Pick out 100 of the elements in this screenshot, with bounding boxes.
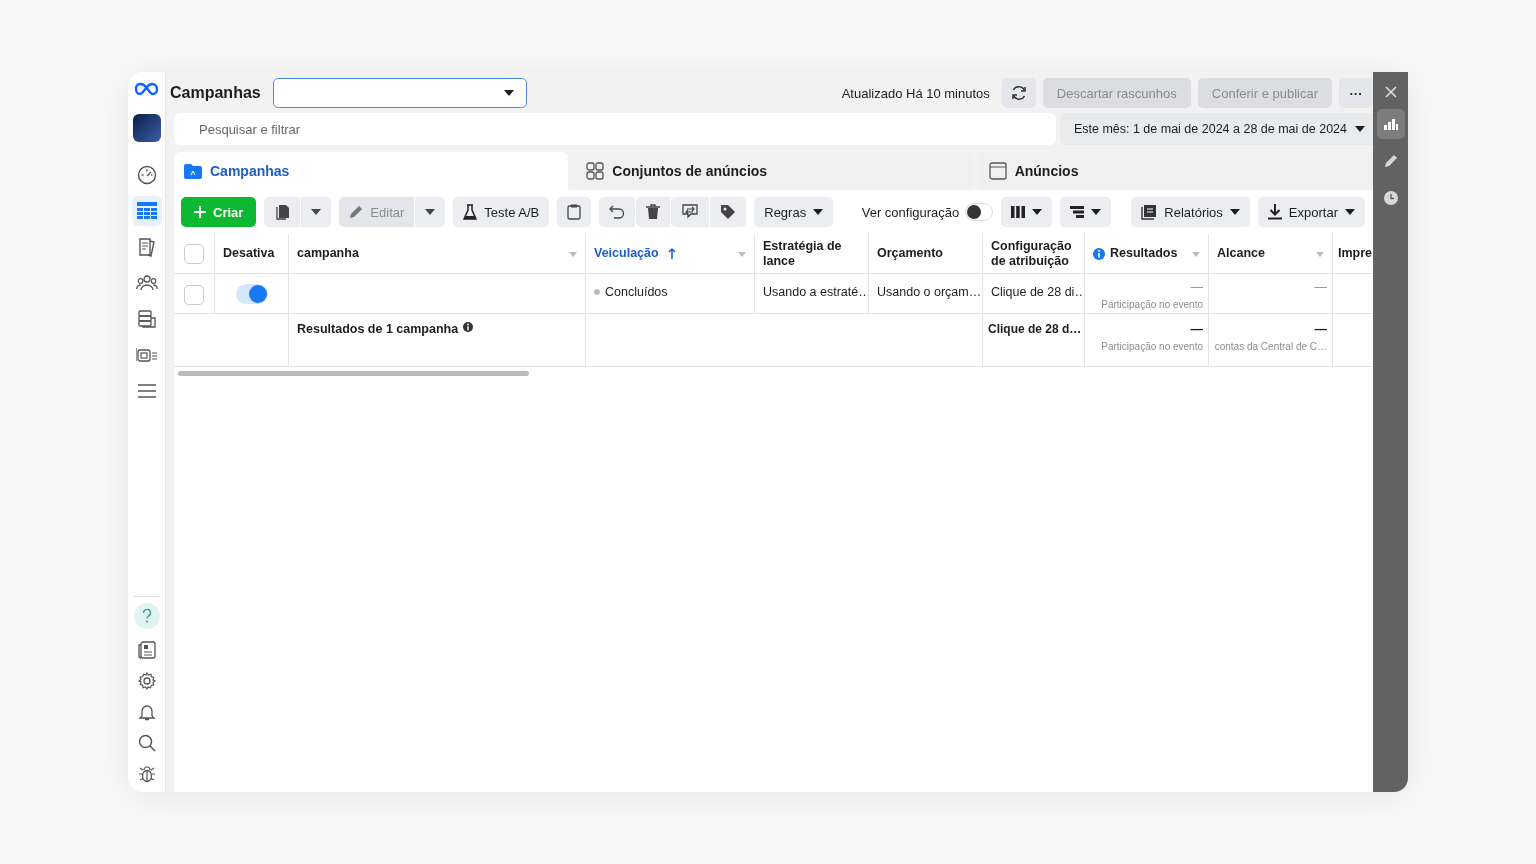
columns-icon <box>1011 206 1026 218</box>
caret-icon <box>1091 209 1102 215</box>
breakdown-icon <box>1070 206 1085 218</box>
column-header[interactable]: Resultados <box>1085 234 1209 274</box>
rules-button[interactable]: Regras <box>754 197 834 227</box>
help-icon <box>141 609 152 623</box>
export-button[interactable]: Exportar <box>1257 197 1365 227</box>
meta-logo-icon <box>134 82 159 96</box>
campaign-toggle[interactable] <box>235 284 268 304</box>
caret-icon <box>1032 209 1043 215</box>
undo-button[interactable] <box>599 197 636 227</box>
undo-icon <box>609 205 626 219</box>
results-note: Participação no evento <box>1101 299 1203 310</box>
folder-icon <box>184 163 202 179</box>
bug-icon <box>137 764 156 783</box>
preview-button[interactable] <box>671 197 710 227</box>
close-icon <box>1384 86 1397 98</box>
delete-button[interactable] <box>636 197 671 227</box>
level-tab[interactable]: Campanhas <box>174 152 569 190</box>
breakdown-button[interactable] <box>1060 197 1112 227</box>
newspaper-icon <box>137 640 156 659</box>
side-panel-tab[interactable] <box>1376 109 1405 139</box>
select-all-checkbox[interactable] <box>184 243 204 264</box>
duplicate-menu-button[interactable] <box>301 197 332 227</box>
clipboard-icon <box>567 204 582 220</box>
caret-icon <box>311 209 322 215</box>
duplicate-button[interactable] <box>264 197 301 227</box>
stack-icon <box>136 309 157 329</box>
column-header[interactable]: Alcance <box>1209 234 1333 274</box>
summary-label: Resultados de 1 campanha <box>297 322 459 336</box>
help-button[interactable] <box>133 603 160 629</box>
caret-icon <box>503 90 514 96</box>
table-cell: — <box>1190 280 1203 294</box>
account-dropdown[interactable] <box>272 78 527 108</box>
reports-icon <box>1141 204 1158 220</box>
account-avatar-placeholder[interactable] <box>132 114 161 142</box>
sort-arrow-icon <box>667 248 676 259</box>
clipboard-button[interactable] <box>557 197 592 227</box>
summary-cell: — <box>1190 322 1203 336</box>
column-header[interactable]: Veiculação <box>586 234 755 274</box>
summary-cell: Clique de 28 d… <box>988 322 1082 336</box>
more-button[interactable]: ··· <box>1339 78 1373 108</box>
pencil-icon <box>349 205 364 219</box>
clock-icon <box>1383 191 1398 205</box>
last-updated-text: Atualizado Há 10 minutos <box>841 85 990 101</box>
settings-icon <box>137 671 156 690</box>
caret-icon <box>425 209 436 215</box>
column-header[interactable]: Estratégia de lance <box>755 234 869 274</box>
table-icon <box>136 202 157 220</box>
table-cell: Usando o orçam… <box>877 285 982 299</box>
plus-icon <box>194 206 206 218</box>
column-header[interactable]: campanha <box>289 234 586 274</box>
bell-icon <box>137 702 156 721</box>
table-cell: Usando a estraté… <box>763 285 868 299</box>
column-menu-icon <box>1316 252 1324 257</box>
search-filter-field[interactable]: Pesquisar e filtrar <box>174 113 1056 145</box>
refresh-button[interactable] <box>1001 78 1036 108</box>
reach-note: contas da Central de C… <box>1214 341 1327 352</box>
summary-cell: — <box>1314 322 1327 336</box>
ad-window-icon <box>988 162 1007 180</box>
pages-icon <box>136 237 157 257</box>
view-config-switch[interactable] <box>965 203 994 221</box>
edit-menu-button[interactable] <box>415 197 446 227</box>
columns-button[interactable] <box>1001 197 1053 227</box>
row-checkbox[interactable] <box>184 285 204 305</box>
page-title: Campanhas <box>170 84 261 102</box>
duplicate-icon <box>274 204 291 220</box>
reports-button[interactable]: Relatórios <box>1131 197 1250 227</box>
column-menu-icon <box>569 252 577 257</box>
column-header[interactable]: Orçamento <box>869 234 983 274</box>
sidebar-nav-item[interactable] <box>131 196 162 226</box>
grid-icon <box>586 162 605 180</box>
refresh-icon <box>1010 85 1027 101</box>
column-header[interactable]: Configuração de atribuição <box>983 234 1085 274</box>
search-icon <box>137 733 156 752</box>
tag-icon <box>720 204 737 220</box>
ab-test-button[interactable]: Teste A/B <box>453 197 550 227</box>
pencil-icon <box>1383 154 1398 168</box>
menu-icon <box>137 384 156 398</box>
people-icon <box>135 274 158 292</box>
flask-icon <box>463 204 478 220</box>
table-cell: Clique de 28 di… <box>991 285 1084 299</box>
results-note: Participação no evento <box>1101 341 1203 352</box>
swap-icon <box>681 204 700 220</box>
tag-button[interactable] <box>710 197 747 227</box>
download-icon <box>1267 204 1282 220</box>
date-range-dropdown[interactable]: Este mês: 1 de mai de 2024 a 28 de mai de 2024 <box>1059 113 1373 145</box>
view-config-label: Ver configuração <box>861 204 960 220</box>
catalog-icon <box>135 346 158 364</box>
caret-icon <box>1355 126 1365 132</box>
caret-icon <box>1345 209 1355 215</box>
column-menu-icon <box>1192 252 1200 257</box>
column-menu-icon <box>738 252 746 257</box>
delivery-status: Concluídos <box>605 285 668 299</box>
horizontal-scrollbar[interactable] <box>178 371 529 376</box>
column-header[interactable]: Desativa <box>215 234 289 274</box>
table-cell: — <box>1314 280 1327 294</box>
caret-icon <box>813 209 824 215</box>
trash-icon <box>646 204 661 220</box>
caret-icon <box>1229 209 1240 215</box>
